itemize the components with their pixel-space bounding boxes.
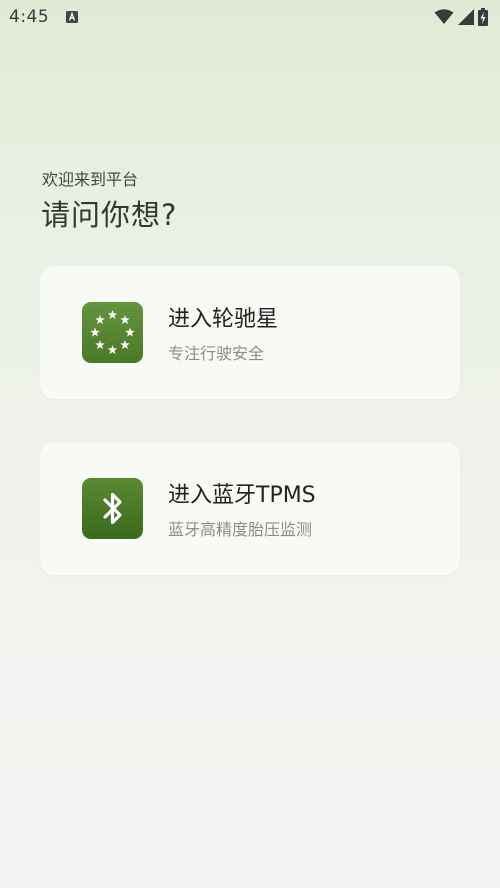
status-icons bbox=[434, 7, 488, 27]
font-a-icon bbox=[66, 11, 78, 23]
card-title: 进入轮驰星 bbox=[168, 307, 279, 332]
card-title: 进入蓝牙TPMS bbox=[168, 483, 316, 508]
enter-lunchixing-card[interactable]: 进入轮驰星 专注行驶安全 bbox=[40, 266, 460, 399]
welcome-text: 欢迎来到平台 bbox=[42, 170, 139, 189]
status-bar: 4:45 bbox=[0, 0, 500, 34]
stars-circle-icon bbox=[82, 302, 143, 363]
page-title: 请问你想? bbox=[41, 198, 178, 232]
status-time: 4:45 bbox=[9, 7, 50, 27]
wifi-icon bbox=[434, 9, 454, 24]
bluetooth-icon bbox=[82, 478, 143, 539]
card-subtitle: 蓝牙高精度胎压监测 bbox=[168, 520, 313, 539]
card-subtitle: 专注行驶安全 bbox=[168, 344, 265, 363]
signal-icon bbox=[458, 9, 474, 25]
battery-charging-icon bbox=[478, 8, 488, 26]
enter-bluetooth-tpms-card[interactable]: 进入蓝牙TPMS 蓝牙高精度胎压监测 bbox=[40, 442, 460, 575]
